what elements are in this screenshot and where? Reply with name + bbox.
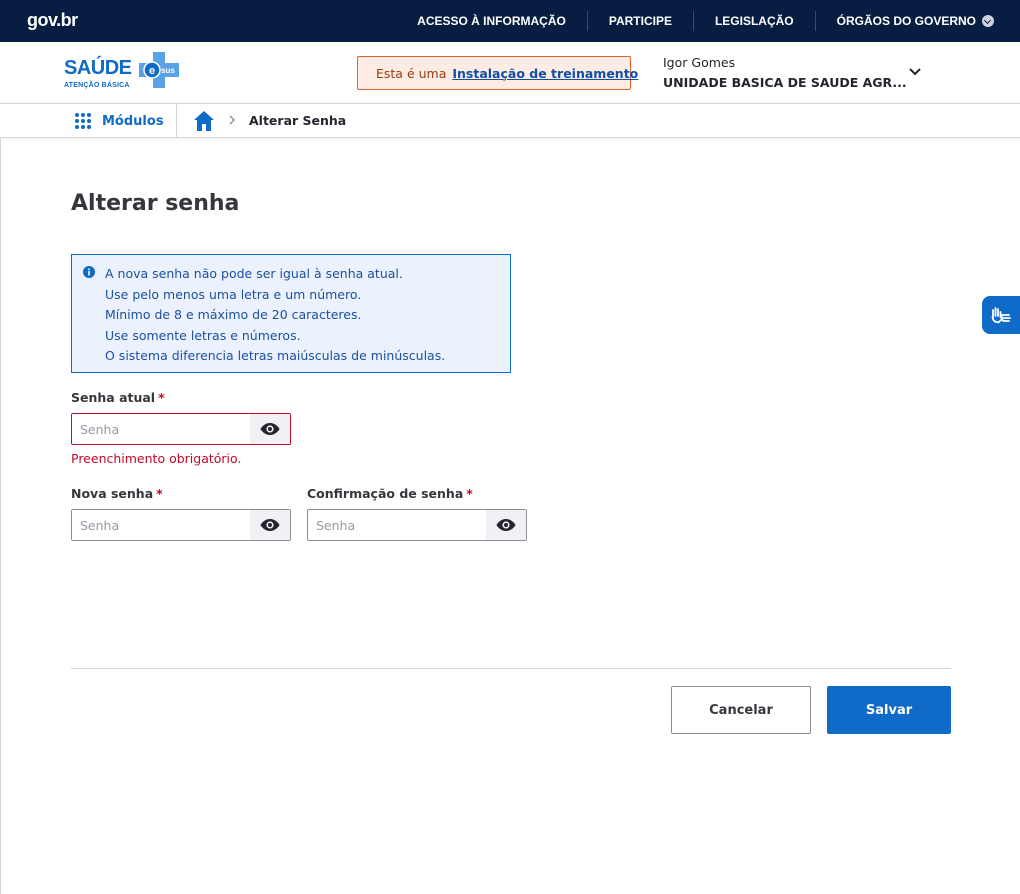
grid-icon: [75, 113, 91, 129]
confirm-password-field: [307, 509, 527, 541]
modules-label: Módulos: [102, 113, 164, 129]
chevron-down-icon: [982, 15, 994, 27]
eye-icon: [260, 423, 280, 435]
info-icon: [83, 266, 95, 278]
logo-text: SAÚDE: [64, 57, 132, 79]
nav-divider: [176, 104, 177, 138]
new-password-input[interactable]: [72, 510, 250, 540]
info-line: A nova senha não pode ser igual à senha …: [105, 266, 403, 281]
sign-language-hands-icon: [991, 307, 1011, 324]
show-confirm-password-button[interactable]: [486, 510, 526, 540]
vlibras-accessibility-button[interactable]: [982, 296, 1020, 334]
logo-subtitle: ATENÇÃO BÁSICA: [64, 82, 130, 89]
new-password-label-text: Nova senha: [71, 486, 154, 501]
gov-bar: gov.br ACESSO À INFORMAÇÃO PARTICIPE LEG…: [0, 0, 1020, 42]
new-password-label: Nova senha *: [71, 486, 163, 501]
new-password-field: [71, 509, 291, 541]
training-link[interactable]: Instalação de treinamento: [452, 66, 638, 81]
current-password-label: Senha atual *: [71, 390, 165, 405]
confirm-password-label: Confirmação de senha *: [307, 486, 473, 501]
info-lines: A nova senha não pode ser igual à senha …: [105, 264, 445, 367]
required-mark: *: [466, 486, 473, 501]
gov-links: ACESSO À INFORMAÇÃO PARTICIPE LEGISLAÇÃO…: [396, 0, 998, 42]
gov-link-orgaos-label: ÓRGÃOS DO GOVERNO: [836, 14, 976, 28]
current-password-input[interactable]: [72, 414, 250, 444]
modules-button[interactable]: Módulos: [74, 104, 164, 138]
info-line: Mínimo de 8 e máximo de 20 caracteres.: [105, 307, 362, 322]
govbr-logo[interactable]: gov.br: [27, 10, 78, 31]
chevron-right-icon: [229, 115, 235, 125]
required-mark: *: [158, 390, 165, 405]
required-mark: *: [156, 486, 163, 501]
eye-icon: [260, 519, 280, 531]
svg-text:sus: sus: [161, 66, 175, 75]
show-new-password-button[interactable]: [250, 510, 290, 540]
nav-bar: Módulos Alterar Senha: [0, 104, 1020, 138]
current-password-field: [71, 413, 291, 445]
saude-esus-logo[interactable]: SAÚDE ATENÇÃO BÁSICA e sus: [64, 52, 180, 92]
page-title: Alterar senha: [71, 191, 240, 216]
home-icon[interactable]: [193, 110, 215, 132]
cancel-button[interactable]: Cancelar: [671, 686, 811, 734]
info-line: Use somente letras e números.: [105, 327, 301, 343]
gov-link-acesso-informacao[interactable]: ACESSO À INFORMAÇÃO: [396, 11, 587, 31]
gov-link-participe[interactable]: PARTICIPE: [586, 11, 693, 31]
info-line: O sistema diferencia letras maiúsculas d…: [105, 348, 446, 363]
main-content: Alterar senha A nova senha não pode ser …: [0, 138, 1020, 894]
user-unit: UNIDADE BASICA DE SAUDE AGR...: [663, 75, 907, 90]
info-line: Use pelo menos uma letra e um número.: [105, 286, 362, 302]
eye-icon: [496, 519, 516, 531]
breadcrumb-current: Alterar Senha: [249, 113, 347, 128]
chevron-down-icon[interactable]: [903, 60, 927, 84]
user-name: Igor Gomes: [663, 55, 736, 70]
app-header: SAÚDE ATENÇÃO BÁSICA e sus Esta é uma In…: [0, 42, 1020, 104]
training-banner: Esta é uma Instalação de treinamento: [357, 56, 638, 90]
svg-text:e: e: [149, 65, 155, 77]
show-current-password-button[interactable]: [250, 414, 290, 444]
gov-link-orgaos-governo[interactable]: ÓRGÃOS DO GOVERNO: [814, 11, 998, 31]
password-rules-info: A nova senha não pode ser igual à senha …: [71, 254, 511, 373]
esus-cross-icon: e sus: [139, 52, 179, 88]
confirm-password-label-text: Confirmação de senha: [307, 486, 464, 501]
gov-link-legislacao[interactable]: LEGISLAÇÃO: [692, 11, 815, 31]
save-button[interactable]: Salvar: [827, 686, 951, 734]
training-prefix: Esta é uma: [376, 65, 447, 81]
form-divider: [71, 668, 951, 669]
current-password-label-text: Senha atual: [71, 390, 156, 405]
confirm-password-input[interactable]: [308, 510, 486, 540]
current-password-error: Preenchimento obrigatório.: [71, 451, 242, 466]
